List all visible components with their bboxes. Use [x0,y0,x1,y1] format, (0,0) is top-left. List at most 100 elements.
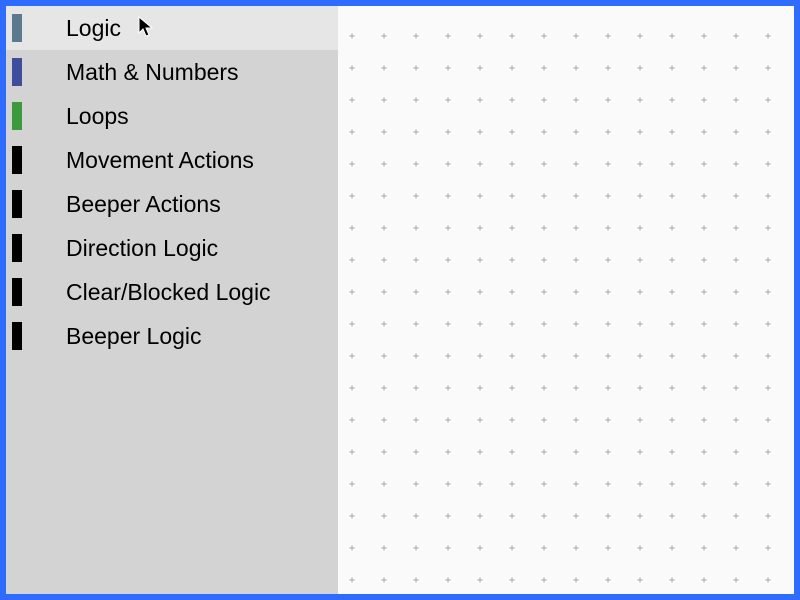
svg-text:+: + [413,511,419,522]
svg-text:+: + [509,31,515,42]
svg-text:+: + [381,191,387,202]
svg-text:+: + [573,159,579,170]
svg-text:+: + [541,159,547,170]
svg-text:+: + [605,127,611,138]
category-sidebar: Logic Math & Numbers Loops Movement Action… [6,6,338,594]
category-item[interactable]: Math & Numbers [6,50,338,94]
svg-text:+: + [701,415,707,426]
svg-text:+: + [445,255,451,266]
svg-text:+: + [573,127,579,138]
category-item[interactable]: Direction Logic [6,226,338,270]
svg-text:+: + [413,415,419,426]
svg-text:+: + [733,415,739,426]
svg-text:+: + [573,223,579,234]
svg-text:+: + [381,127,387,138]
svg-text:+: + [637,447,643,458]
svg-text:+: + [349,287,355,298]
svg-text:+: + [765,191,771,202]
svg-text:+: + [733,63,739,74]
svg-text:+: + [509,351,515,362]
svg-text:+: + [669,223,675,234]
category-item[interactable]: Movement Actions [6,138,338,182]
svg-text:+: + [445,351,451,362]
svg-text:+: + [413,191,419,202]
svg-text:+: + [669,415,675,426]
svg-text:+: + [573,95,579,106]
svg-text:+: + [381,63,387,74]
svg-text:+: + [573,543,579,554]
svg-text:+: + [381,351,387,362]
svg-text:+: + [541,479,547,490]
svg-text:+: + [701,287,707,298]
svg-text:+: + [477,287,483,298]
svg-text:+: + [701,383,707,394]
category-item[interactable]: Loops [6,94,338,138]
category-label: Loops [66,103,129,130]
category-item[interactable]: Beeper Actions [6,182,338,226]
cursor-icon [138,16,154,38]
svg-text:+: + [605,543,611,554]
svg-text:+: + [637,127,643,138]
svg-text:+: + [413,127,419,138]
svg-text:+: + [765,575,771,586]
svg-text:+: + [733,479,739,490]
svg-text:+: + [477,95,483,106]
svg-text:+: + [701,95,707,106]
svg-text:+: + [509,255,515,266]
svg-text:+: + [637,95,643,106]
svg-text:+: + [573,351,579,362]
category-label: Clear/Blocked Logic [66,279,271,306]
svg-text:+: + [669,511,675,522]
svg-text:+: + [349,31,355,42]
svg-text:+: + [349,415,355,426]
svg-text:+: + [381,575,387,586]
svg-text:+: + [413,543,419,554]
svg-text:+: + [509,575,515,586]
svg-text:+: + [669,479,675,490]
svg-text:+: + [573,575,579,586]
svg-text:+: + [637,191,643,202]
svg-text:+: + [381,543,387,554]
svg-text:+: + [349,351,355,362]
svg-text:+: + [637,575,643,586]
svg-text:+: + [477,543,483,554]
svg-text:+: + [381,447,387,458]
workspace-canvas[interactable]: + + + + + + + + + + + + + + + + + + + + + + + + + + + + + + + + + + + + + + + +… [338,6,794,594]
svg-text:+: + [349,319,355,330]
svg-text:+: + [573,191,579,202]
svg-text:+: + [733,31,739,42]
svg-text:+: + [509,543,515,554]
svg-text:+: + [381,511,387,522]
category-item[interactable]: Logic [6,6,338,50]
svg-text:+: + [701,447,707,458]
svg-text:+: + [765,351,771,362]
svg-text:+: + [477,351,483,362]
svg-text:+: + [669,543,675,554]
svg-text:+: + [733,255,739,266]
svg-text:+: + [349,447,355,458]
svg-text:+: + [765,95,771,106]
svg-text:+: + [573,415,579,426]
svg-text:+: + [669,159,675,170]
category-label: Direction Logic [66,235,218,262]
svg-text:+: + [413,575,419,586]
svg-text:+: + [413,95,419,106]
svg-text:+: + [381,159,387,170]
svg-text:+: + [765,255,771,266]
svg-text:+: + [573,31,579,42]
category-item[interactable]: Beeper Logic [6,314,338,358]
svg-text:+: + [765,127,771,138]
svg-text:+: + [477,63,483,74]
svg-text:+: + [573,63,579,74]
category-label: Beeper Logic [66,323,202,350]
svg-text:+: + [445,575,451,586]
svg-text:+: + [509,447,515,458]
svg-text:+: + [733,543,739,554]
category-item[interactable]: Clear/Blocked Logic [6,270,338,314]
svg-text:+: + [349,543,355,554]
svg-text:+: + [765,415,771,426]
svg-text:+: + [381,415,387,426]
svg-text:+: + [733,319,739,330]
svg-text:+: + [509,383,515,394]
svg-text:+: + [509,159,515,170]
